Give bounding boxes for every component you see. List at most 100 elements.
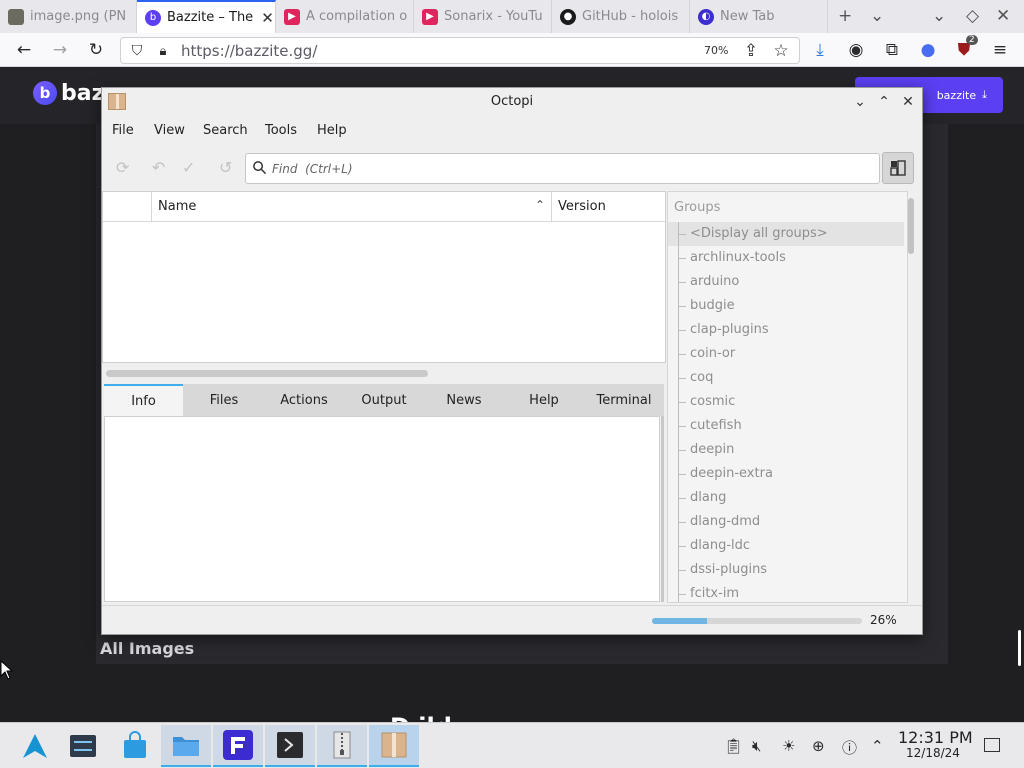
close-tab-icon[interactable]: ✕: [261, 9, 274, 27]
task-firefox[interactable]: [213, 725, 263, 767]
share-icon[interactable]: ⇪: [739, 39, 763, 63]
check-icon[interactable]: ✓: [182, 158, 195, 177]
undo-icon[interactable]: ↶: [152, 158, 165, 177]
chevron-down-icon[interactable]: ⌄: [870, 6, 884, 26]
extensions-icon[interactable]: ⧉: [880, 38, 904, 62]
app-launcher-button[interactable]: [10, 725, 60, 767]
progress-fill: [652, 618, 707, 624]
menu-help[interactable]: Help: [317, 123, 347, 138]
clock-time[interactable]: 12:31 PM: [898, 728, 973, 747]
lock-icon[interactable]: 🔒︎: [151, 39, 175, 63]
task-discover[interactable]: [110, 725, 160, 767]
back-arrow-icon[interactable]: ←: [12, 38, 36, 62]
group-item[interactable]: archlinux-tools: [668, 246, 904, 270]
diamond-icon[interactable]: ◇: [966, 6, 979, 26]
group-item[interactable]: cosmic: [668, 390, 904, 414]
group-item[interactable]: deepin-extra: [668, 462, 904, 486]
brightness-icon[interactable]: ☀: [782, 737, 795, 755]
scrollbar-thumb[interactable]: [908, 198, 914, 254]
group-item-display-all[interactable]: <Display all groups>: [668, 222, 904, 246]
group-item[interactable]: dlang: [668, 486, 904, 510]
menu-file[interactable]: File: [112, 123, 134, 138]
find-input[interactable]: [272, 158, 872, 180]
zoom-level[interactable]: 70%: [704, 44, 728, 57]
maximize-icon[interactable]: ⌃: [875, 93, 893, 111]
updates-icon[interactable]: ⓘ: [842, 737, 857, 758]
tab-news[interactable]: News: [424, 384, 504, 416]
section-title: All Images: [100, 639, 195, 658]
sync-database-icon[interactable]: ⟳: [116, 158, 129, 177]
volume-muted-icon[interactable]: 🔇︎: [752, 737, 761, 755]
account-icon[interactable]: ◉: [844, 38, 868, 62]
task-terminal[interactable]: [265, 725, 315, 767]
group-item[interactable]: dlang-dmd: [668, 510, 904, 534]
package-list[interactable]: Name ⌃ Version: [102, 191, 666, 377]
hamburger-menu-icon[interactable]: ≡: [988, 38, 1012, 62]
minimize-icon[interactable]: ⌄: [851, 93, 869, 111]
browser-tab-bazzite[interactable]: b Bazzite – The ✕: [137, 0, 276, 33]
column-header-name[interactable]: Name: [158, 199, 196, 214]
list-all-tabs-icon[interactable]: ⌄: [932, 6, 946, 26]
tab-actions[interactable]: Actions: [264, 384, 344, 416]
tab-files[interactable]: Files: [184, 384, 264, 416]
column-header-version[interactable]: Version: [558, 199, 606, 214]
group-item[interactable]: dlang-ldc: [668, 534, 904, 558]
group-item[interactable]: cutefish: [668, 414, 904, 438]
close-icon[interactable]: ✕: [899, 93, 917, 111]
close-window-icon[interactable]: ✕: [996, 6, 1010, 26]
group-item[interactable]: budgie: [668, 294, 904, 318]
shield-icon[interactable]: ⛉: [125, 39, 149, 63]
url-text[interactable]: https://bazzite.gg/: [181, 42, 317, 60]
task-file-manager[interactable]: [161, 725, 211, 767]
site-logo-text[interactable]: baz: [61, 81, 104, 106]
task-octopi[interactable]: [369, 725, 419, 767]
tab-terminal[interactable]: Terminal: [584, 384, 664, 416]
new-tab-icon[interactable]: +: [838, 6, 852, 26]
bookmark-star-icon[interactable]: ☆: [769, 39, 793, 63]
rollback-icon[interactable]: ↺: [219, 158, 232, 177]
ublock-icon[interactable]: ⛊ 2: [952, 35, 978, 62]
browser-tab-github[interactable]: ● GitHub - holois: [552, 0, 690, 33]
menu-view[interactable]: View: [154, 123, 185, 138]
toolbar: ⟳ ↶ ✓ ↺: [102, 148, 922, 188]
window-titlebar[interactable]: Octopi ⌄ ⌃ ✕: [102, 88, 922, 116]
chevron-up-icon[interactable]: ⌃: [871, 737, 884, 755]
browser-tab-youtube-compilation[interactable]: ▶ A compilation o: [276, 0, 414, 33]
group-item[interactable]: coq: [668, 366, 904, 390]
group-item[interactable]: arduino: [668, 270, 904, 294]
url-bar[interactable]: ⛉ 🔒︎ https://bazzite.gg/ 70% ⇪ ☆: [120, 37, 800, 64]
clock-date[interactable]: 12/18/24: [906, 746, 960, 760]
groups-scrollbar[interactable]: [908, 194, 916, 602]
settings-sliders-icon: [70, 735, 96, 757]
browser-tab-image[interactable]: image.png (PN: [0, 0, 137, 33]
menu-tools[interactable]: Tools: [265, 123, 297, 138]
tab-title: Sonarix - YouTu: [444, 9, 543, 24]
find-field[interactable]: [245, 153, 880, 184]
group-item[interactable]: coin-or: [668, 342, 904, 366]
tab-help[interactable]: Help: [504, 384, 584, 416]
group-item[interactable]: clap-plugins: [668, 318, 904, 342]
task-archive-manager[interactable]: [317, 725, 367, 767]
forward-arrow-icon[interactable]: →: [48, 38, 72, 62]
browser-tab-new[interactable]: ◐ New Tab: [690, 0, 828, 33]
group-item[interactable]: deepin: [668, 438, 904, 462]
bazzite-logo-icon[interactable]: b: [33, 81, 57, 105]
details-scrollbar[interactable]: [661, 416, 664, 602]
network-icon[interactable]: ⊕: [812, 737, 825, 755]
browser-tab-youtube-sonarix[interactable]: ▶ Sonarix - YouTu: [414, 0, 552, 33]
switch-view-button[interactable]: [882, 152, 914, 184]
clipboard-icon[interactable]: 📋︎: [724, 737, 743, 755]
tab-info[interactable]: Info: [104, 384, 183, 416]
group-item[interactable]: fcitx-im: [668, 582, 904, 602]
tab-output[interactable]: Output: [344, 384, 424, 416]
task-system-settings[interactable]: [58, 725, 108, 767]
downloads-icon[interactable]: ⤓: [808, 38, 832, 62]
menu-search[interactable]: Search: [203, 123, 248, 138]
page-scrollbar[interactable]: [1018, 630, 1021, 666]
reload-icon[interactable]: ↻: [84, 38, 108, 62]
horizontal-scrollbar[interactable]: [106, 370, 428, 377]
group-item[interactable]: dssi-plugins: [668, 558, 904, 582]
split-view-icon: [890, 160, 906, 176]
show-desktop-icon[interactable]: [984, 738, 1000, 752]
profile-icon[interactable]: ●: [916, 38, 940, 62]
